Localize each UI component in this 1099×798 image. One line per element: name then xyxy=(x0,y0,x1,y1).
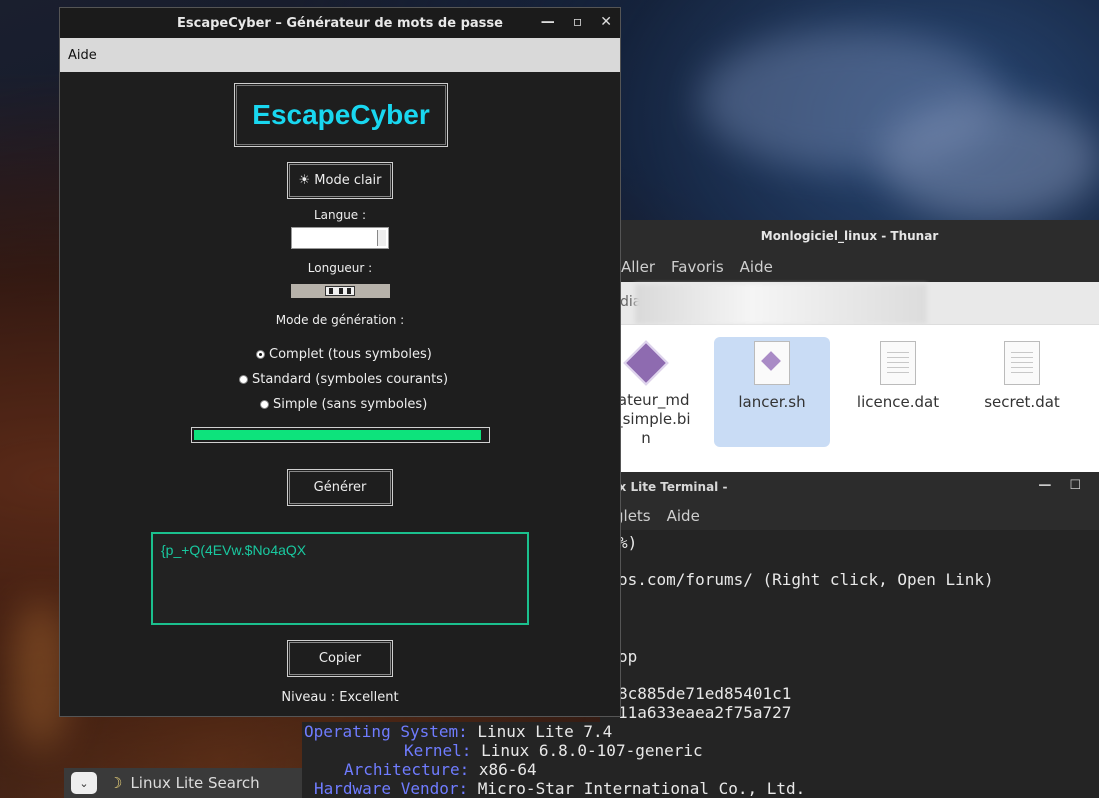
language-label: Langue : xyxy=(313,208,367,222)
info-line: Operating System: Linux Lite 7.4 xyxy=(304,722,612,741)
app-logo: EscapeCyber xyxy=(234,83,448,147)
terminal-line: 8c885de71ed85401c1 xyxy=(618,684,792,703)
file-name: secret.dat xyxy=(984,393,1060,411)
strength-level-text: Niveau : Excellent xyxy=(281,690,399,705)
language-select[interactable] xyxy=(291,227,389,249)
info-line: Hardware Vendor: Micro-Star Internationa… xyxy=(314,779,805,798)
file-name: lancer.sh xyxy=(738,393,806,411)
generate-button[interactable]: Générer xyxy=(287,469,393,506)
blurred-path xyxy=(635,284,927,324)
info-value: Linux Lite 7.4 xyxy=(477,722,613,741)
moon-icon: ☽ xyxy=(109,774,123,792)
file-item-secret-dat[interactable]: secret.dat xyxy=(964,337,1080,447)
file-item-lancer-sh[interactable]: lancer.sh xyxy=(714,337,830,447)
file-name: licence.dat xyxy=(856,393,940,411)
password-output[interactable]: {p_+Q(4EVw.$No4aQX xyxy=(151,532,529,625)
mode-option-standard[interactable]: Standard (symboles courants) xyxy=(239,372,448,387)
info-value: x86-64 xyxy=(478,760,537,779)
app-titlebar: EscapeCyber – Générateur de mots de pass… xyxy=(60,8,620,38)
file-manager-title: Monlogiciel_linux - Thunar xyxy=(600,220,1099,252)
path-bar[interactable]: dia xyxy=(600,282,1099,325)
terminal-menubar: glets Aide xyxy=(600,502,1099,530)
terminal-line: os.com/forums/ (Right click, Open Link) xyxy=(618,570,994,589)
file-manager-menubar: Aller Favoris Aide xyxy=(600,252,1099,282)
mode-option-complete[interactable]: Complet (tous symboles) xyxy=(256,347,432,362)
maximize-icon[interactable]: ☐ xyxy=(1069,478,1081,493)
maximize-icon[interactable]: ▫ xyxy=(573,14,583,30)
password-generator-window: EscapeCyber – Générateur de mots de pass… xyxy=(59,7,621,717)
minimize-icon[interactable]: — xyxy=(541,14,555,30)
length-slider[interactable] xyxy=(291,284,390,298)
info-key: Kernel: xyxy=(404,741,472,760)
file-manager-window: Monlogiciel_linux - Thunar Aller Favoris… xyxy=(600,220,1099,473)
info-value: Linux 6.8.0-107-generic xyxy=(481,741,703,760)
radio-selected-icon[interactable] xyxy=(256,350,265,359)
document-file-icon xyxy=(880,341,916,385)
copy-button[interactable]: Copier xyxy=(287,640,393,677)
mode-label: Mode de génération : xyxy=(275,313,405,327)
script-file-icon xyxy=(754,341,790,385)
close-icon[interactable]: ✕ xyxy=(600,14,612,30)
radio-icon[interactable] xyxy=(260,400,269,409)
menu-bookmarks[interactable]: Favoris xyxy=(671,258,724,276)
info-line: Kernel: Linux 6.8.0-107-generic xyxy=(404,741,703,760)
terminal-line: 11a633eaea2f75a727 xyxy=(618,703,792,722)
theme-toggle-button[interactable]: ☀ Mode clair xyxy=(287,162,393,199)
info-key: Hardware Vendor: xyxy=(314,779,469,798)
wallpaper-cloud xyxy=(880,100,1099,220)
info-key: Architecture: xyxy=(344,760,470,779)
menu-go[interactable]: Aller xyxy=(621,258,655,276)
info-value: Micro-Star International Co., Ltd. xyxy=(477,779,806,798)
chevron-down-icon[interactable]: ⌄ xyxy=(71,772,97,794)
mode-option-label: Complet (tous symboles) xyxy=(269,347,432,362)
menu-help[interactable]: Aide xyxy=(667,507,700,525)
info-key: Operating System: xyxy=(304,722,468,741)
dropdown-arrow-icon[interactable] xyxy=(377,230,386,246)
mode-option-label: Simple (sans symboles) xyxy=(273,397,428,412)
terminal-titlebar: ux Lite Terminal - — ☐ xyxy=(600,472,1099,502)
app-menubar: Aide xyxy=(60,38,620,72)
mode-option-label: Standard (symboles courants) xyxy=(252,372,449,387)
document-file-icon xyxy=(1004,341,1040,385)
strength-bar xyxy=(191,427,490,443)
slider-handle[interactable] xyxy=(325,286,355,296)
taskbar-search[interactable]: ⌄ ☽ Linux Lite Search xyxy=(64,768,302,798)
terminal-title: ux Lite Terminal - xyxy=(610,480,728,494)
strength-bar-fill xyxy=(194,430,482,440)
radio-icon[interactable] xyxy=(239,375,248,384)
menu-help[interactable]: Aide xyxy=(68,48,97,63)
length-label: Longueur : xyxy=(307,261,373,275)
mode-option-simple[interactable]: Simple (sans symboles) xyxy=(260,397,427,412)
file-item-licence-dat[interactable]: licence.dat xyxy=(840,337,956,447)
app-title: EscapeCyber – Générateur de mots de pass… xyxy=(177,15,503,31)
info-line: Architecture: x86-64 xyxy=(344,760,537,779)
search-label: Linux Lite Search xyxy=(130,774,260,792)
minimize-icon[interactable]: — xyxy=(1038,478,1051,493)
executable-icon xyxy=(623,340,669,386)
file-grid: erateur_md ui_simple.bi n lancer.sh lice… xyxy=(600,325,1099,473)
menu-help[interactable]: Aide xyxy=(740,258,773,276)
